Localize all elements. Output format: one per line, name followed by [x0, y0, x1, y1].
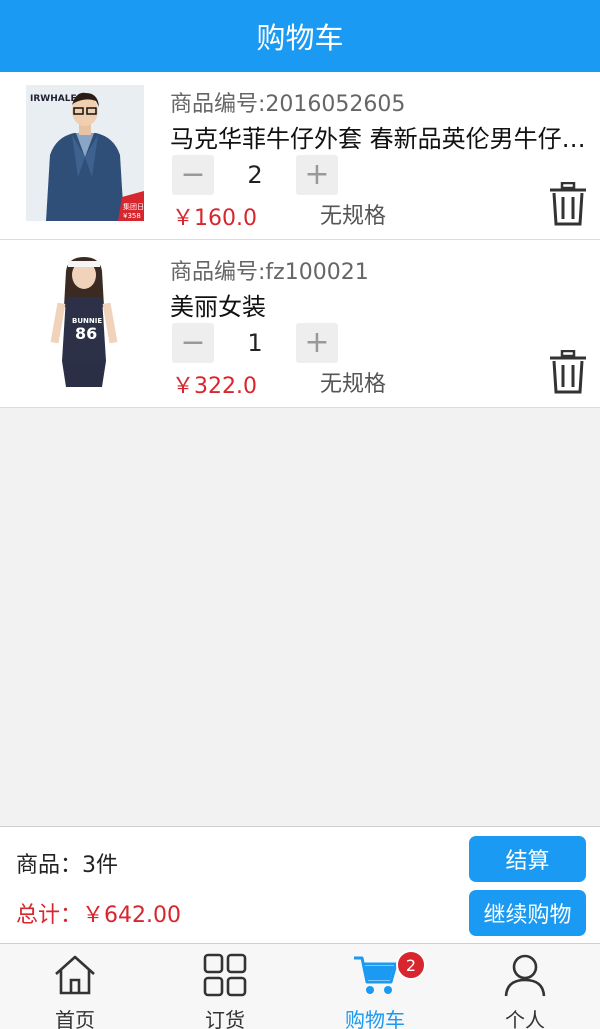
quantity-stepper: − 1 +: [172, 323, 340, 363]
continue-shopping-button[interactable]: 继续购物: [469, 890, 586, 936]
tab-label: 购物车: [345, 1008, 405, 1029]
cart-summary: 商品：3件 总计：￥642.00 结算 继续购物: [0, 826, 600, 944]
image-tag-text: 集团日: [123, 202, 144, 211]
quantity-value[interactable]: 2: [214, 155, 296, 195]
product-spec: 无规格: [320, 372, 387, 397]
cart-badge: 2: [396, 950, 426, 980]
checkout-button[interactable]: 结算: [469, 836, 586, 882]
product-name[interactable]: 马克华菲牛仔外套 春新品英伦男牛仔夹克: [170, 119, 590, 154]
cart-icon: [354, 956, 398, 994]
grid-icon: [203, 953, 247, 997]
cart-item: IRWHALE 集团日 ¥358 商品编号:2016052605 马克华菲牛仔外…: [0, 72, 600, 240]
product-code: 商品编号:fz100021: [170, 260, 369, 285]
increase-quantity-button[interactable]: +: [296, 323, 338, 363]
app-header: 购物车: [0, 0, 600, 72]
decrease-quantity-button[interactable]: −: [172, 323, 214, 363]
image-shirt-number: 86: [75, 324, 97, 343]
increase-quantity-button[interactable]: +: [296, 155, 338, 195]
cart-total: 总计：￥642.00: [16, 903, 181, 928]
product-spec: 无规格: [320, 204, 387, 229]
home-icon: [55, 955, 95, 995]
product-price: ￥322.0: [172, 374, 257, 399]
tab-profile[interactable]: 个人: [450, 944, 600, 1029]
quantity-value[interactable]: 1: [214, 323, 296, 363]
image-brand-text: IRWHALE: [30, 94, 77, 104]
delete-icon[interactable]: [548, 181, 588, 226]
product-code: 商品编号:2016052605: [170, 92, 406, 117]
tab-label: 首页: [55, 1008, 95, 1029]
tab-cart[interactable]: 购物车: [300, 944, 450, 1029]
product-name[interactable]: 美丽女装: [170, 287, 590, 322]
person-icon: [504, 954, 546, 997]
cart-item: BUNNIE 86 商品编号:fz100021 美丽女装 − 1 + ￥322.…: [0, 240, 600, 408]
item-count: 商品：3件: [16, 853, 118, 878]
tab-label: 订货: [205, 1008, 245, 1029]
tab-label: 个人: [505, 1008, 545, 1029]
tab-home[interactable]: 首页: [0, 944, 150, 1029]
product-image[interactable]: IRWHALE 集团日 ¥358: [26, 85, 144, 221]
decrease-quantity-button[interactable]: −: [172, 155, 214, 195]
image-price-tag-text: ¥358: [123, 212, 141, 220]
cart-list: IRWHALE 集团日 ¥358 商品编号:2016052605 马克华菲牛仔外…: [0, 72, 600, 408]
quantity-stepper: − 2 +: [172, 155, 340, 195]
product-price: ￥160.0: [172, 206, 257, 231]
page-title: 购物车: [256, 21, 344, 55]
tab-order[interactable]: 订货: [150, 944, 300, 1029]
product-image[interactable]: BUNNIE 86: [26, 253, 144, 389]
bottom-tab-bar: 首页 订货 购物车 个人: [0, 944, 600, 1029]
delete-icon[interactable]: [548, 349, 588, 394]
